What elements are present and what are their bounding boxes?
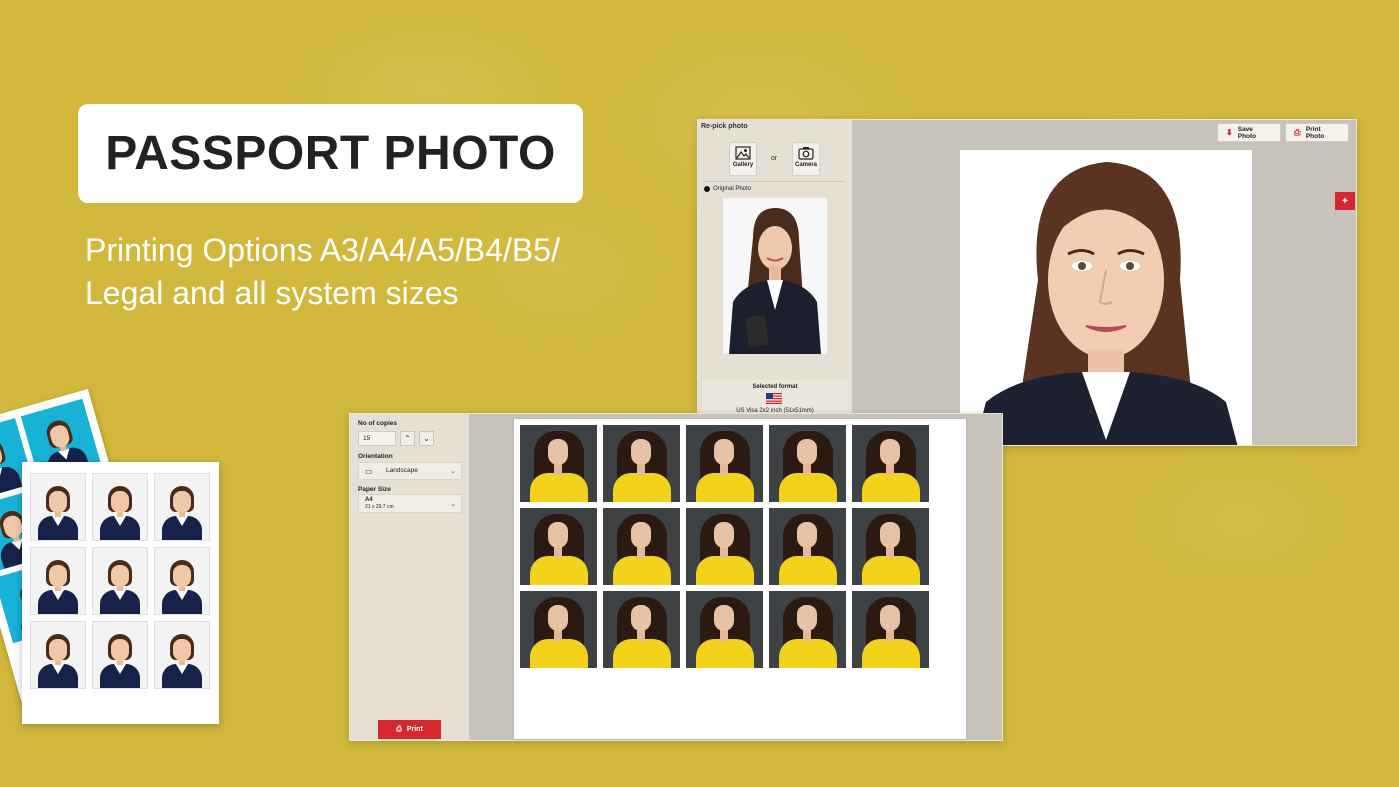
print-button[interactable]: ⎙ Print	[378, 720, 441, 739]
paper-size-value: A4	[365, 497, 373, 503]
subtitle-line-1: Printing Options A3/A4/A5/B4/B5/	[85, 232, 560, 268]
print-photo-tile	[603, 591, 680, 668]
print-window: No of copies 15 ⌃ ⌄ Orientation ▭ Landsc…	[349, 413, 1003, 741]
save-photo-button[interactable]: ⬇ Save Photo	[1217, 123, 1281, 142]
camera-label: Camera	[794, 162, 817, 168]
download-icon: ⬇	[1226, 127, 1233, 137]
print-photo-tile	[769, 591, 846, 668]
chevron-down-icon: ⌄	[423, 434, 430, 443]
print-photo-tile	[603, 425, 680, 502]
print-photo-tile	[769, 508, 846, 585]
sheet-photo	[92, 473, 148, 541]
print-photo-tile	[520, 508, 597, 585]
paper-size-select[interactable]: A4 21 x 29.7 cm ⌄	[358, 494, 462, 513]
print-photo-tile	[520, 591, 597, 668]
landscape-icon: ▭	[365, 467, 373, 476]
print-photo-tile	[603, 508, 680, 585]
passport-photo-preview[interactable]	[960, 150, 1252, 445]
orientation-value: Landscape	[386, 467, 418, 474]
selected-format-title: Selected format	[752, 384, 798, 390]
chevron-up-icon: ⌃	[404, 434, 411, 443]
camera-icon	[798, 147, 814, 160]
sheet-photo	[154, 621, 210, 689]
subtitle: Printing Options A3/A4/A5/B4/B5/ Legal a…	[85, 229, 645, 315]
chevron-down-icon: ⌄	[450, 500, 456, 508]
print-photo-tile	[852, 425, 929, 502]
paper-size-label: Paper Size	[358, 486, 391, 493]
magic-wand-button[interactable]: ✦	[1335, 192, 1355, 210]
sheet-photo	[30, 547, 86, 615]
save-photo-label: Save Photo	[1237, 125, 1257, 140]
sheet-photo	[30, 473, 86, 541]
sheet-photo	[154, 547, 210, 615]
portrait-illustration-large	[960, 150, 1252, 445]
editor-side-panel: Re-pick photo Gallery or Camera Original…	[698, 120, 852, 445]
print-photo-tile	[686, 591, 763, 668]
divider	[704, 181, 846, 182]
original-photo-thumbnail[interactable]	[723, 198, 827, 354]
title-banner: PASSPORT PHOTO	[78, 104, 583, 203]
printer-icon: ⎙	[1294, 127, 1301, 137]
original-photo-label: Original Photo	[713, 186, 752, 192]
gallery-label: Gallery	[732, 162, 754, 168]
sheet-photo	[154, 473, 210, 541]
magic-wand-icon: ✦	[1340, 195, 1350, 207]
paper-size-dims: 21 x 29.7 cm	[365, 504, 394, 510]
orientation-label: Orientation	[358, 453, 393, 460]
decrement-button[interactable]: ⌄	[419, 431, 434, 446]
print-button-label: Print	[406, 726, 423, 733]
sheet-photo	[92, 547, 148, 615]
orientation-select[interactable]: ▭ Landscape ⌄	[358, 462, 462, 480]
print-side-panel: No of copies 15 ⌃ ⌄ Orientation ▭ Landsc…	[350, 414, 469, 740]
photo-grid	[520, 425, 929, 668]
increment-button[interactable]: ⌃	[400, 431, 415, 446]
print-photo-tile	[686, 425, 763, 502]
original-photo-radio[interactable]: Original Photo	[704, 186, 751, 192]
sheet-photo	[30, 621, 86, 689]
print-photo-tile	[520, 425, 597, 502]
repick-photo-label: Re-pick photo	[701, 123, 748, 130]
page-title: PASSPORT PHOTO	[105, 127, 556, 180]
chevron-down-icon: ⌄	[450, 468, 456, 475]
subtitle-line-2: Legal and all system sizes	[85, 275, 459, 311]
photo-editor-window: Re-pick photo Gallery or Camera Original…	[697, 119, 1357, 446]
portrait-illustration	[723, 198, 827, 354]
copies-input[interactable]: 15	[358, 431, 396, 446]
or-label: or	[771, 155, 778, 162]
radio-dot-icon	[704, 186, 710, 192]
gallery-icon	[735, 146, 751, 160]
printer-icon: ⎙	[396, 725, 402, 733]
print-photo-button[interactable]: ⎙ Print Photo	[1285, 123, 1349, 142]
print-photo-tile	[852, 508, 929, 585]
photo-sheet-white	[22, 462, 219, 724]
copies-label: No of copies	[358, 420, 398, 427]
print-photo-tile	[686, 508, 763, 585]
print-preview-paper	[514, 419, 966, 739]
sheet-photo	[92, 621, 148, 689]
us-flag-icon	[766, 393, 782, 404]
print-photo-tile	[852, 591, 929, 668]
camera-button[interactable]: Camera	[792, 142, 820, 176]
print-photo-tile	[769, 425, 846, 502]
print-photo-label: Print Photo	[1305, 125, 1325, 140]
gallery-button[interactable]: Gallery	[729, 142, 757, 176]
